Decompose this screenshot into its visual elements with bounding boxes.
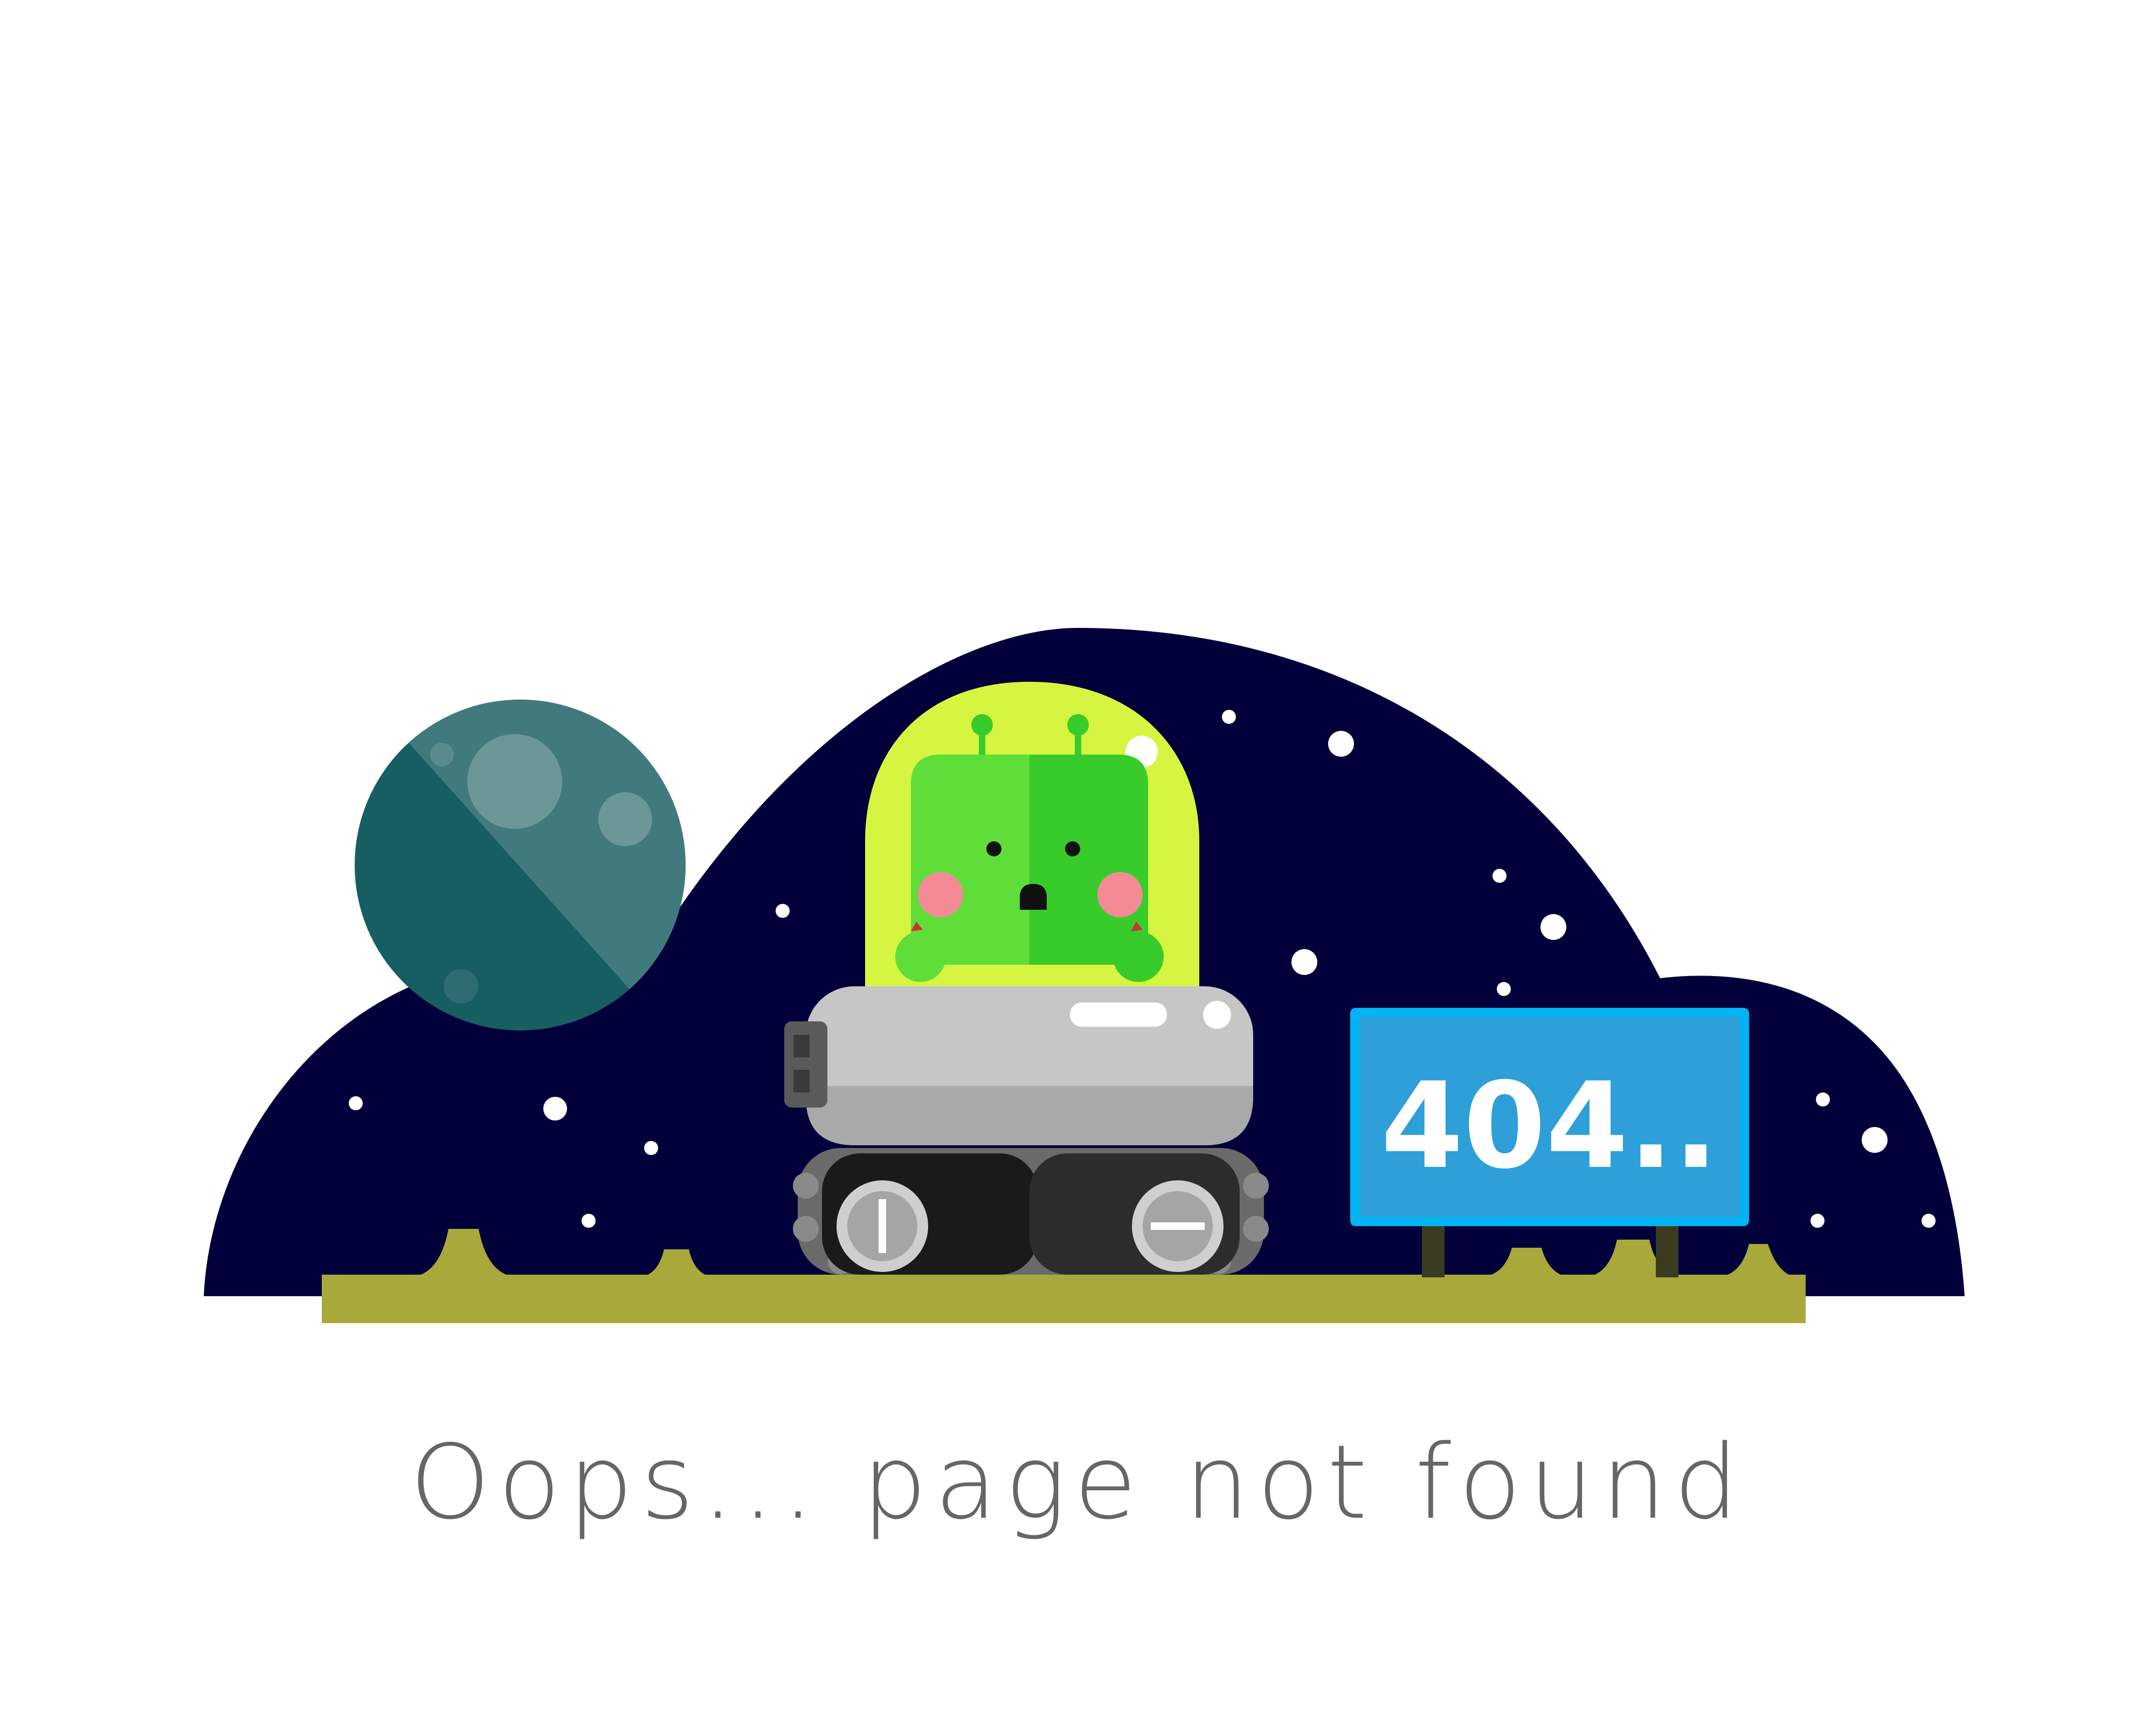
star bbox=[582, 1214, 596, 1228]
star bbox=[1816, 1092, 1830, 1106]
star bbox=[706, 793, 720, 807]
star bbox=[1811, 1214, 1825, 1228]
star bbox=[1922, 1214, 1936, 1228]
star bbox=[1291, 949, 1317, 975]
eye bbox=[1065, 841, 1080, 856]
sign-label: 404.. bbox=[1381, 1057, 1718, 1195]
star bbox=[349, 1096, 363, 1110]
star bbox=[1328, 731, 1354, 757]
not-found-message: Oops... page not found bbox=[410, 1423, 1746, 1542]
star bbox=[1222, 710, 1236, 724]
star bbox=[543, 1097, 567, 1121]
star bbox=[644, 1141, 658, 1155]
star bbox=[1497, 982, 1511, 996]
rover-icon bbox=[784, 986, 1269, 1275]
star bbox=[780, 714, 802, 736]
star bbox=[1862, 1127, 1888, 1153]
alien-icon bbox=[865, 682, 1199, 1002]
eye bbox=[986, 841, 1001, 856]
star bbox=[1540, 914, 1566, 940]
star bbox=[1492, 869, 1507, 883]
star bbox=[776, 904, 790, 918]
